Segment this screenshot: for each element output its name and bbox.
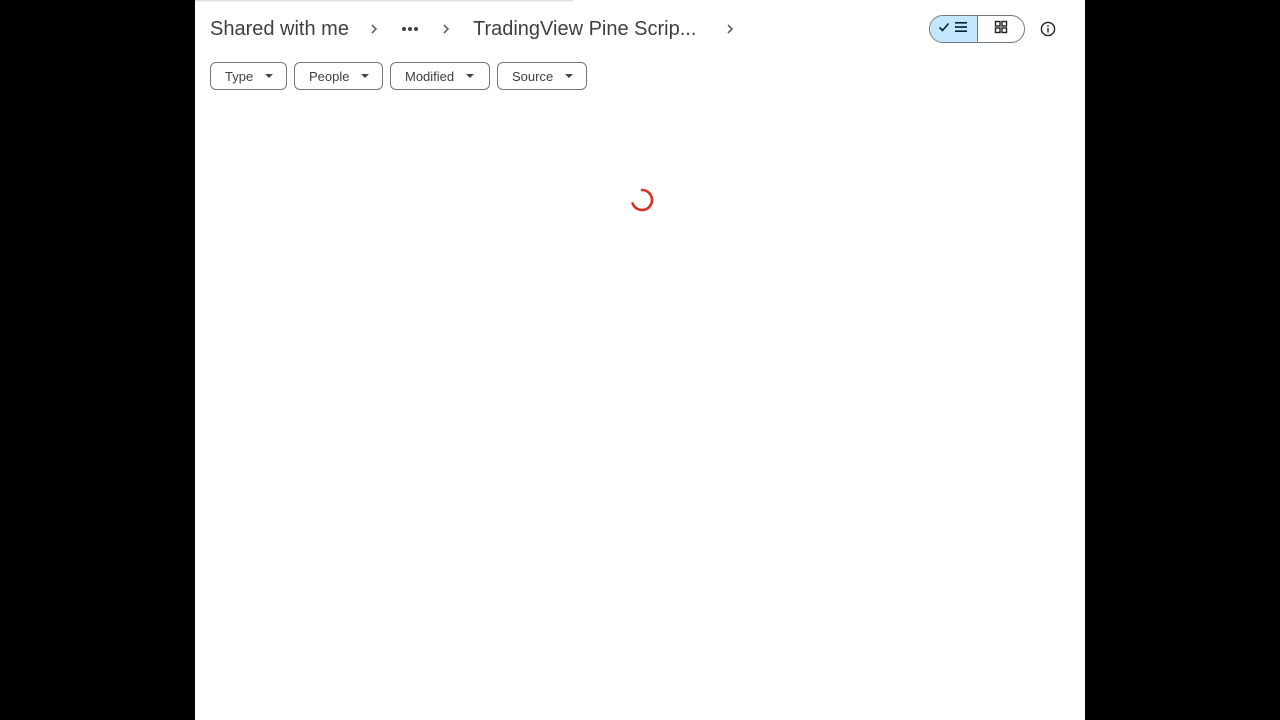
filter-people-chip[interactable]: People (294, 62, 383, 90)
breadcrumb-shared-with-me[interactable]: Shared with me (210, 18, 349, 41)
filter-label: Modified (405, 68, 455, 84)
view-toggle (929, 15, 1025, 43)
grid-view-icon (994, 20, 1008, 39)
arrow-drop-down-icon (466, 74, 475, 78)
more-horiz-icon[interactable] (399, 18, 421, 40)
filter-label: Source (512, 68, 554, 84)
chevron-right-icon (436, 19, 456, 39)
grid-view-button[interactable] (978, 16, 1025, 42)
loading-spinner-icon (628, 186, 656, 214)
filter-label: Type (225, 68, 254, 84)
check-icon (938, 20, 950, 38)
info-icon[interactable] (1037, 18, 1059, 40)
list-view-button[interactable] (930, 16, 978, 42)
filter-modified-chip[interactable]: Modified (390, 62, 490, 90)
filter-type-chip[interactable]: Type (210, 62, 287, 90)
drive-content-panel: Shared with me TradingView Pine Scrip... (195, 0, 1085, 720)
list-view-icon (954, 20, 968, 38)
filter-label: People (309, 68, 350, 84)
breadcrumb-current-folder[interactable]: TradingView Pine Scrip... (473, 18, 696, 41)
filter-bar: Type People Modified Source (210, 62, 587, 90)
arrow-drop-down-icon (361, 74, 370, 78)
top-shadow (195, 0, 573, 2)
arrow-drop-down-icon (265, 74, 274, 78)
arrow-drop-down-icon (565, 74, 574, 78)
filter-source-chip[interactable]: Source (497, 62, 587, 90)
chevron-right-icon (364, 19, 384, 39)
breadcrumb: Shared with me TradingView Pine Scrip... (210, 12, 755, 46)
chevron-right-icon[interactable] (720, 19, 740, 39)
